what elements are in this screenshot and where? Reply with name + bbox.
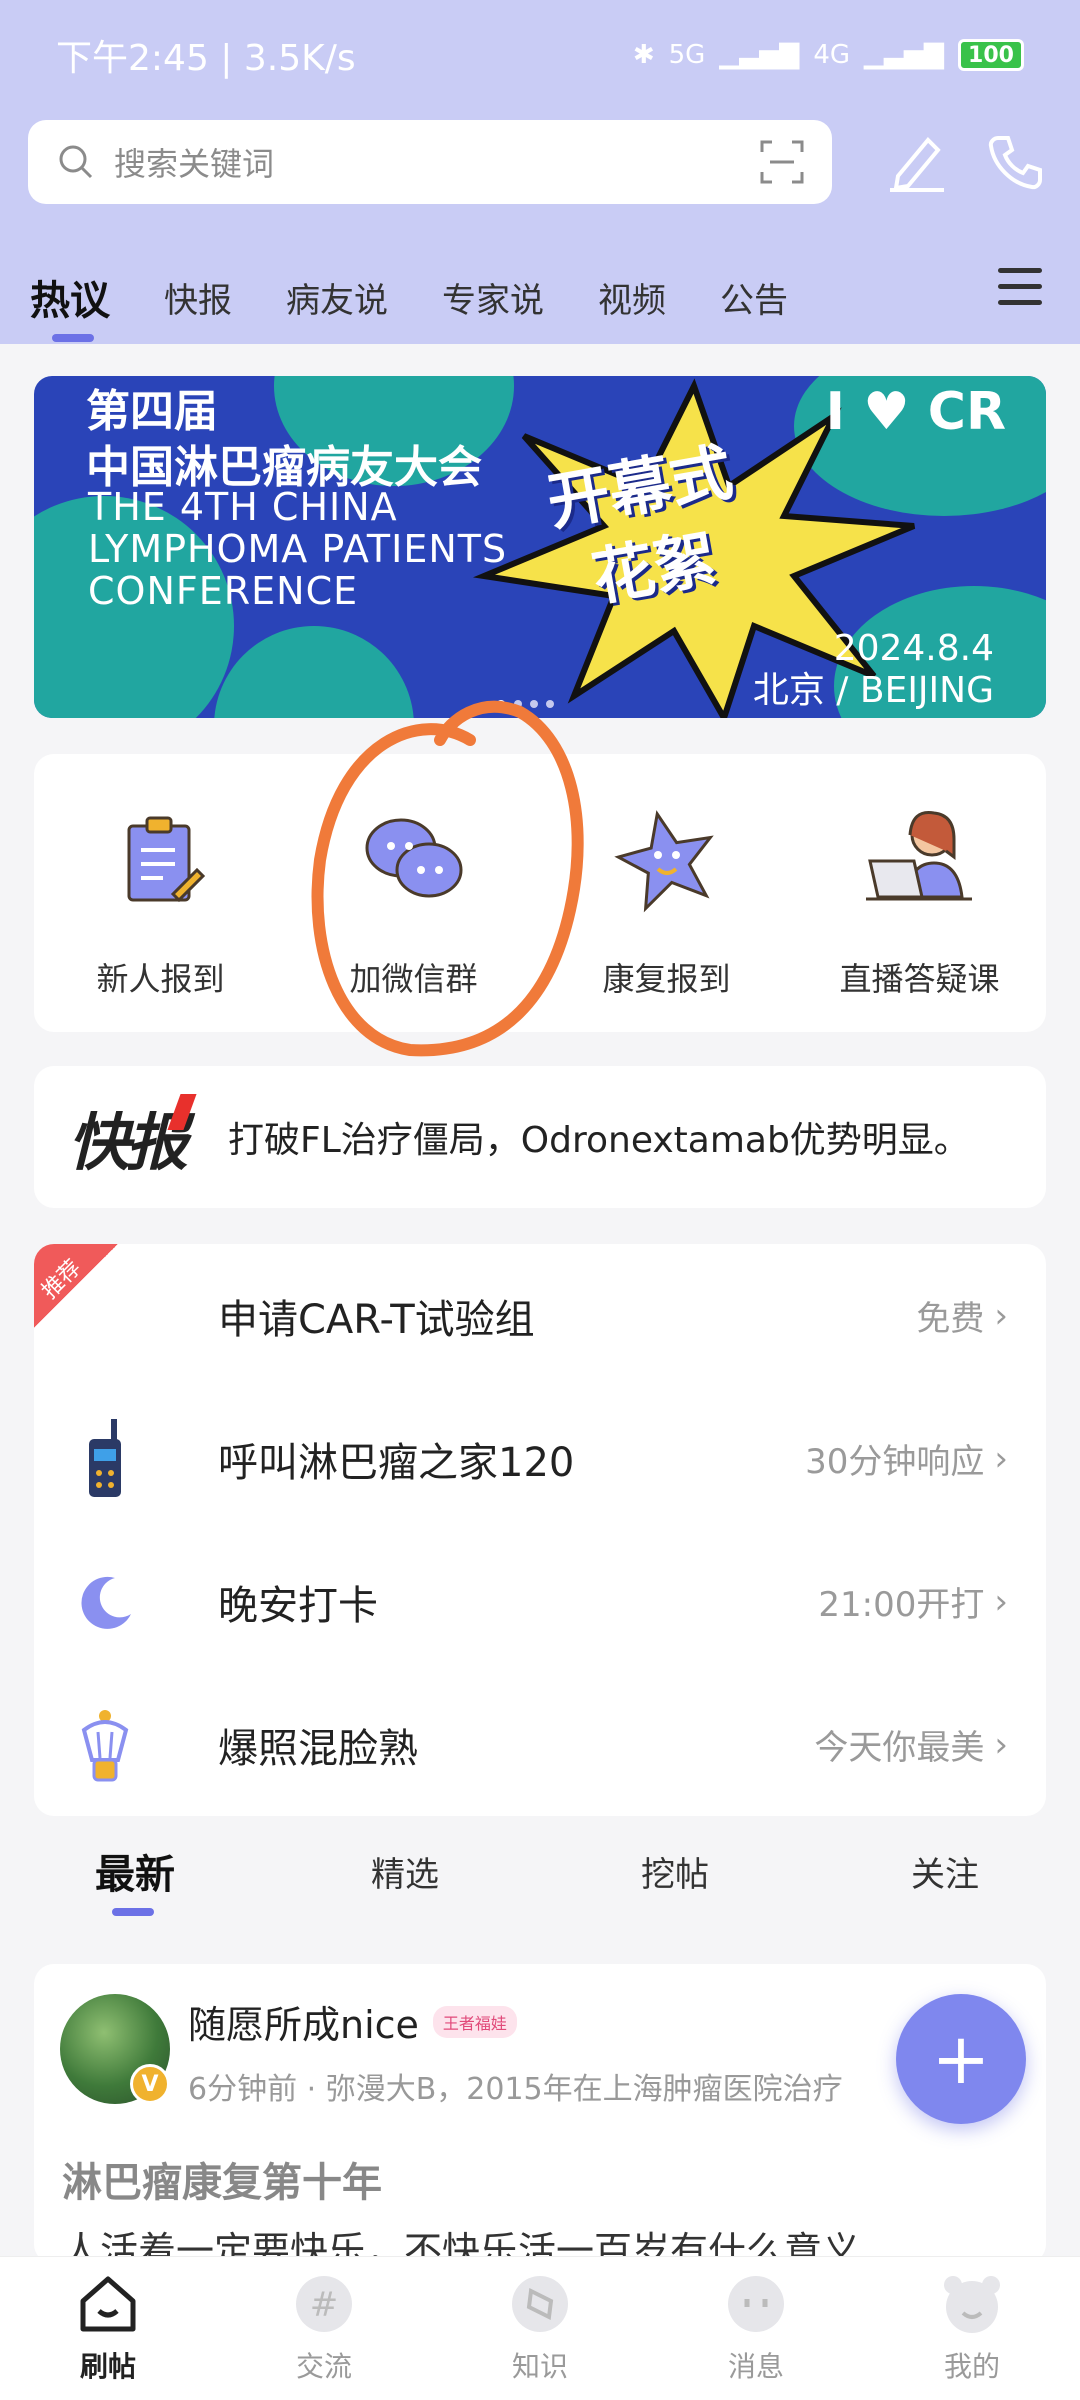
news-flash-card[interactable]: 快报 打破FL治疗僵局，Odronextamab优势明显。: [34, 1066, 1046, 1208]
tab-experts[interactable]: 专家说: [442, 273, 544, 322]
tab-latest[interactable]: 最新: [0, 1842, 270, 1916]
chevron-right-icon: ›: [994, 1724, 1008, 1765]
menu-row-goodnight[interactable]: 晚安打卡 21:00开打 ›: [34, 1530, 1046, 1673]
search-icon: [59, 145, 93, 179]
post-card[interactable]: V 随愿所成nice 王者福娃 6分钟前 · 弥漫大B，2015年在上海肿瘤医院…: [34, 1964, 1046, 2264]
tab-dig-posts[interactable]: 挖帖: [540, 1847, 810, 1896]
ice-cream-icon: [62, 1708, 148, 1782]
chevron-right-icon: ›: [994, 1581, 1008, 1622]
verified-badge-icon: V: [130, 2064, 170, 2104]
tab-video[interactable]: 视频: [598, 273, 666, 322]
bear-face-icon: [939, 2271, 1005, 2337]
tab-following[interactable]: 关注: [810, 1847, 1080, 1896]
hashtag-bubble-icon: #: [291, 2271, 357, 2337]
news-flash-text: 打破FL治疗僵局，Odronextamab优势明显。: [228, 1120, 970, 1161]
clipboard-icon: [103, 802, 219, 918]
signal-bars-icon: ▁▃▅▇: [864, 40, 944, 70]
tab-hot[interactable]: 热议: [30, 268, 110, 342]
chevron-right-icon: ›: [994, 1438, 1008, 1479]
status-icons: ✱ 5G ▁▃▅▇ 4G ▁▃▅▇ 100: [633, 39, 1024, 71]
add-post-button[interactable]: +: [896, 1994, 1026, 2124]
post-meta: 6分钟前 · 弥漫大B，2015年在上海肿瘤医院治疗: [188, 2072, 843, 2107]
phone-icon[interactable]: [984, 130, 1048, 194]
nav-knowledge[interactable]: 知识: [432, 2257, 648, 2400]
status-bar: 下午2:45 | 3.5K/s ✱ 5G ▁▃▅▇ 4G ▁▃▅▇ 100: [0, 0, 1080, 110]
star-icon: [609, 802, 725, 918]
post-title: 淋巴瘤康复第十年: [62, 2160, 382, 2206]
recommend-tag-icon: 推荐: [34, 1244, 118, 1328]
svg-text:#: #: [310, 2285, 339, 2325]
menu-row-car-t[interactable]: 推荐 申请CAR-T试验组 免费 ›: [34, 1244, 1046, 1387]
user-level-badge: 王者福娃: [432, 2005, 517, 2038]
post-username[interactable]: 随愿所成nice: [188, 1994, 419, 2049]
menu-icon[interactable]: [998, 268, 1042, 316]
home-icon: [75, 2271, 141, 2337]
chevron-right-icon: ›: [994, 1295, 1008, 1336]
menu-row-call-120[interactable]: 呼叫淋巴瘤之家120 30分钟响应 ›: [34, 1387, 1046, 1530]
conference-banner[interactable]: 第四届 中国淋巴瘤病友大会 THE 4TH CHINA LYMPHOMA PAT…: [34, 376, 1046, 718]
bottom-nav: 刷帖 # 交流 知识 消息 我的: [0, 2256, 1080, 2400]
quick-action-newcomer[interactable]: 新人报到: [34, 754, 287, 1032]
tab-patients[interactable]: 病友说: [286, 273, 388, 322]
news-flash-logo: 快报: [68, 1092, 197, 1182]
search-input[interactable]: 搜索关键词: [28, 120, 832, 204]
banner-date: 2024.8.4 北京 / BEIJING: [752, 628, 994, 711]
moon-icon: [62, 1572, 148, 1632]
plus-icon: +: [931, 2018, 991, 2100]
message-face-icon: [723, 2271, 789, 2337]
nav-profile[interactable]: 我的: [864, 2257, 1080, 2400]
search-placeholder: 搜索关键词: [114, 145, 275, 183]
nav-feed[interactable]: 刷帖: [0, 2257, 216, 2400]
feed-tab-bar: 最新 精选 挖帖 关注: [0, 1816, 1080, 1926]
nav-messages[interactable]: 消息: [648, 2257, 864, 2400]
banner-title: 第四届 中国淋巴瘤病友大会: [86, 386, 482, 493]
tab-news[interactable]: 快报: [164, 273, 232, 322]
nav-exchange[interactable]: # 交流: [216, 2257, 432, 2400]
banner-brand-logo: I ♥ CR: [825, 382, 1006, 442]
banner-slogan: 开幕式 花絮: [541, 435, 738, 615]
hand-drawn-circle-annotation: [311, 700, 584, 1057]
status-time-speed: 下午2:45 | 3.5K/s: [56, 38, 356, 79]
app-header: 下午2:45 | 3.5K/s ✱ 5G ▁▃▅▇ 4G ▁▃▅▇ 100 搜索…: [0, 0, 1080, 344]
banner-english-title: THE 4TH CHINA LYMPHOMA PATIENTS CONFEREN…: [88, 485, 508, 613]
laptop-person-icon: [862, 802, 978, 918]
tab-notice[interactable]: 公告: [720, 273, 788, 322]
service-menu-card: 推荐 申请CAR-T试验组 免费 › 呼叫淋巴瘤之家120 30分钟响应 › 晚安打…: [34, 1244, 1046, 1816]
signal-5g: 5G: [668, 40, 706, 70]
bluetooth-icon: ✱: [632, 40, 655, 70]
battery-icon: 100: [958, 39, 1024, 71]
quick-action-live-class[interactable]: 直播答疑课: [793, 754, 1046, 1032]
walkie-talkie-icon: [62, 1418, 148, 1499]
signal-4g: 4G: [813, 40, 851, 70]
menu-row-photo[interactable]: 爆照混脸熟 今天你最美 ›: [34, 1673, 1046, 1816]
scan-icon[interactable]: [760, 140, 804, 184]
compass-icon: [507, 2271, 573, 2337]
tab-featured[interactable]: 精选: [270, 1847, 540, 1896]
top-tab-bar: 热议 快报 病友说 专家说 视频 公告: [0, 250, 1080, 344]
signal-bars-icon: ▁▃▅▇: [719, 40, 800, 70]
edit-pen-icon[interactable]: [884, 130, 948, 194]
